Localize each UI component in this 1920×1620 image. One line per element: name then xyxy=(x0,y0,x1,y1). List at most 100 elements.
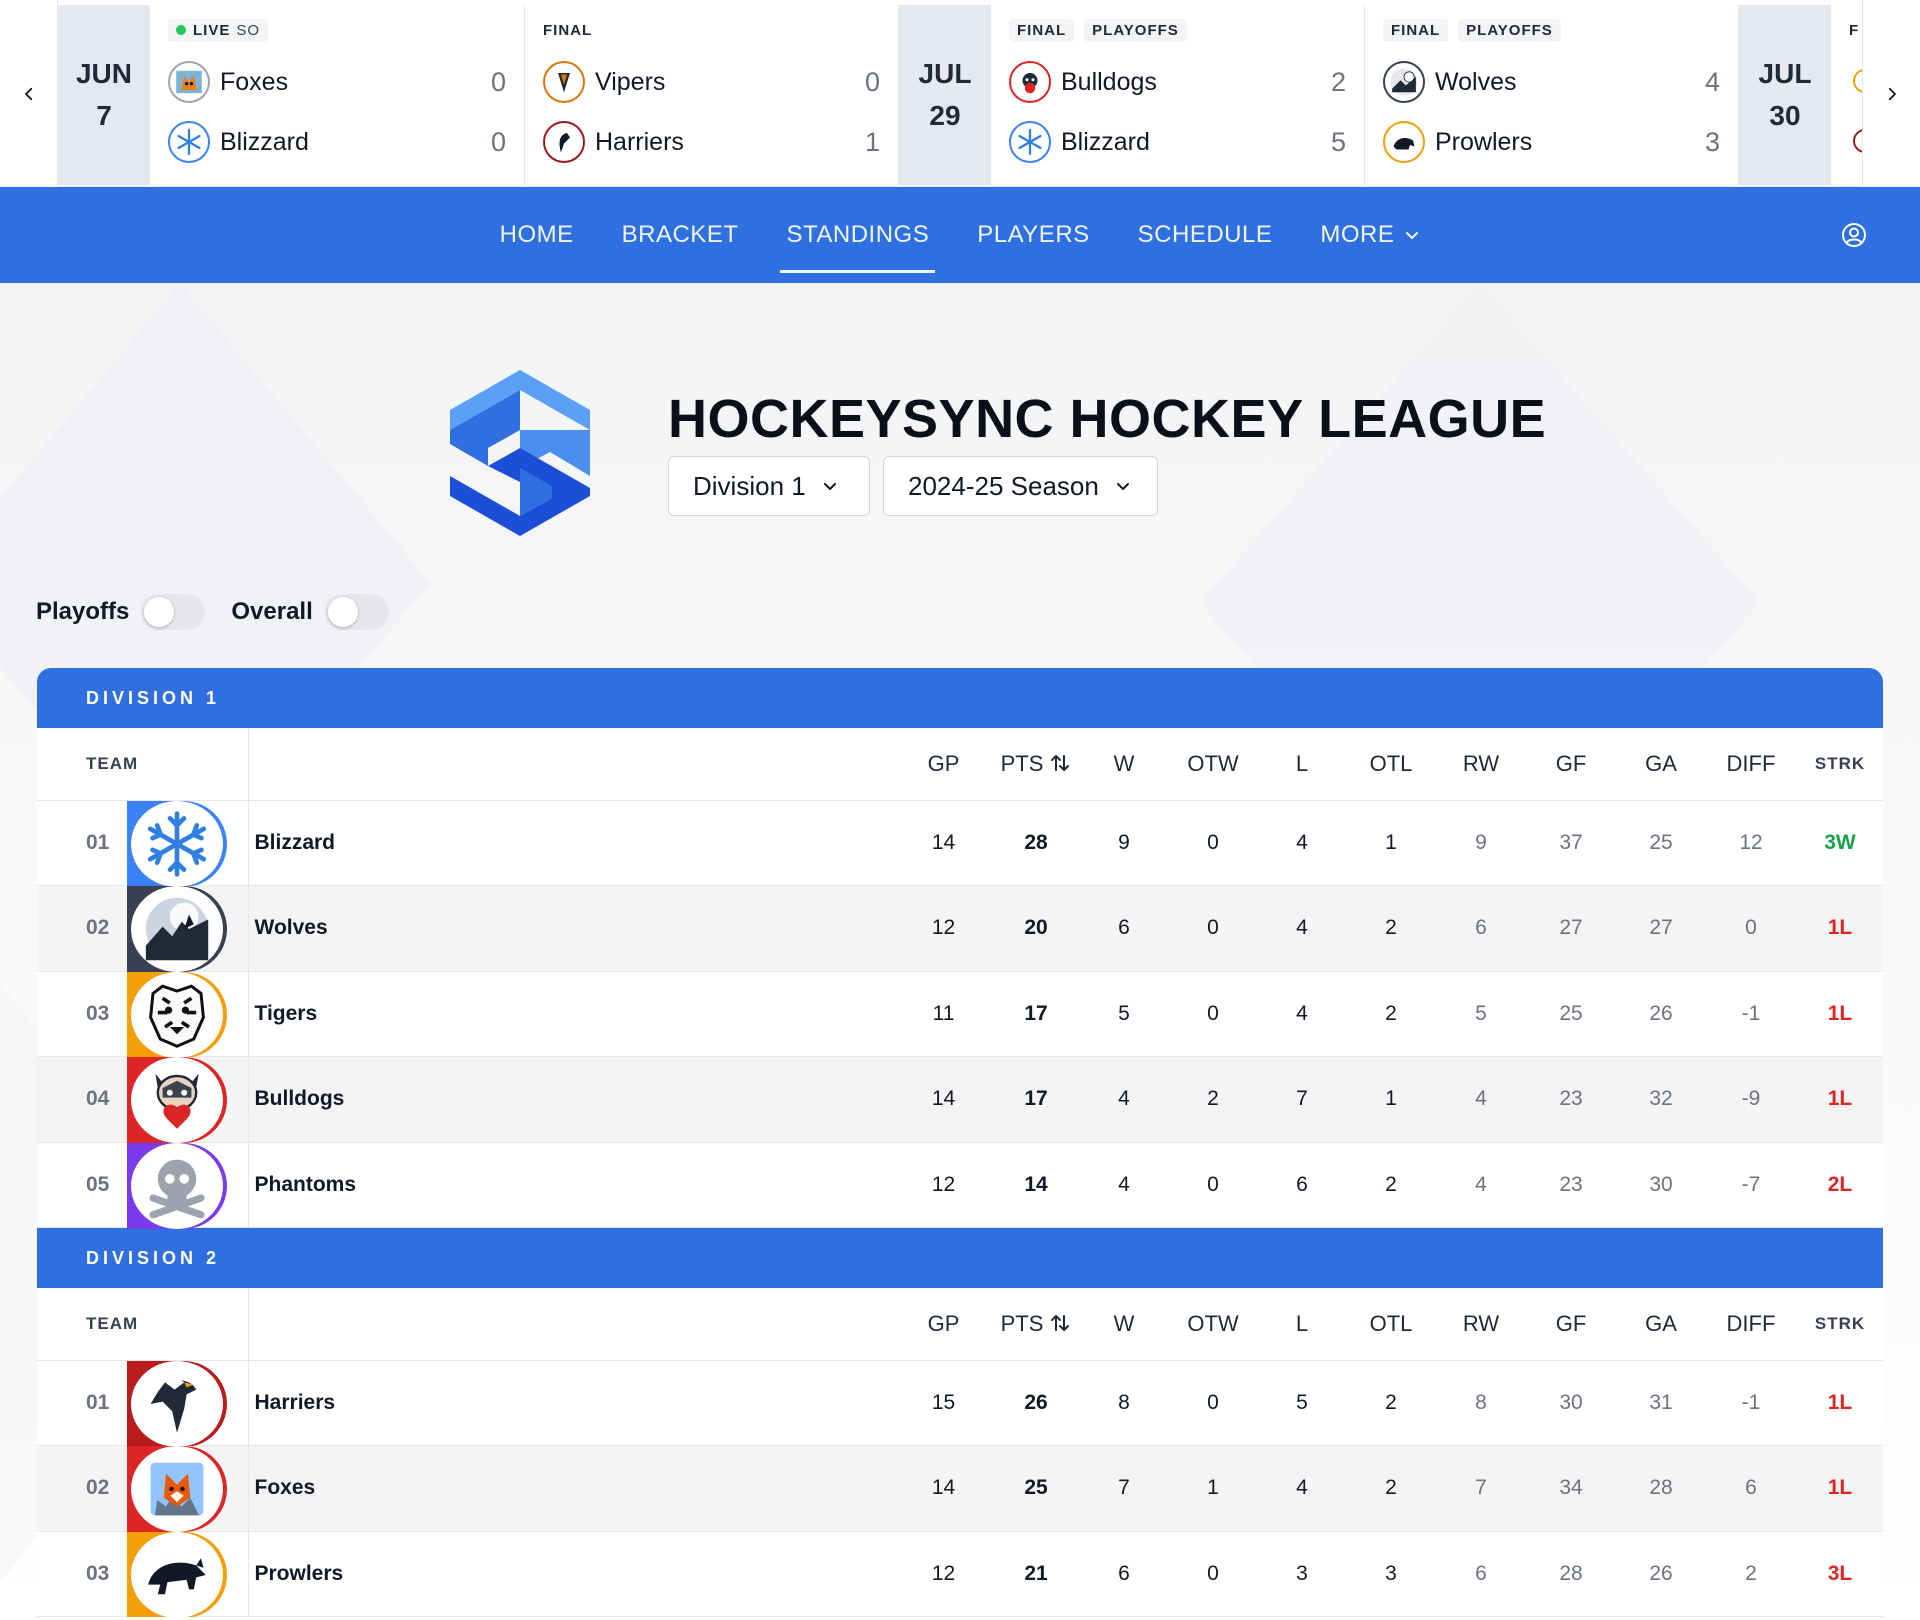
fox-icon xyxy=(168,61,210,103)
stat-rw: 6 xyxy=(1437,885,1525,972)
snowflake-icon xyxy=(131,800,223,887)
stat-l: 4 xyxy=(1259,800,1345,886)
column-header-label: L xyxy=(1295,750,1309,776)
team-name[interactable]: Phantoms xyxy=(248,1142,896,1228)
stat-otw: 0 xyxy=(1167,885,1259,972)
stat-otw: 0 xyxy=(1167,1360,1259,1446)
stat-gp: 14 xyxy=(896,1445,991,1532)
column-header-label: L xyxy=(1295,1310,1309,1336)
stat-rw: 9 xyxy=(1437,800,1525,886)
ticker-date: JUL 30 xyxy=(1739,5,1831,185)
stat-otl: 3 xyxy=(1345,1531,1437,1617)
team-rank: 05 xyxy=(86,1172,110,1196)
stat-gp: 14 xyxy=(896,1056,991,1143)
stat-rw: 4 xyxy=(1437,1056,1525,1143)
stat-rw: 4 xyxy=(1437,1142,1525,1228)
team-logo-badge xyxy=(127,971,227,1058)
harrier-icon xyxy=(543,121,585,163)
stat-ga: 31 xyxy=(1617,1360,1705,1446)
team-logo-badge xyxy=(127,1446,227,1532)
date-month: JUL xyxy=(918,58,972,89)
team-name[interactable]: Bulldogs xyxy=(248,1056,896,1143)
stat-strk: 1L xyxy=(1797,1360,1883,1446)
table-row[interactable]: 02 Foxes 14 25 7 1 4 2 7 34 28 6 1L xyxy=(37,1445,1883,1532)
stat-l: 5 xyxy=(1259,1360,1345,1446)
stat-pts: 21 xyxy=(991,1531,1081,1617)
stat-strk: 1L xyxy=(1797,1445,1883,1532)
team-rank-cell: 01 xyxy=(37,1360,249,1447)
column-header-label: W xyxy=(1113,750,1135,776)
stat-ga: 28 xyxy=(1617,1445,1705,1532)
team-score: 1 xyxy=(864,126,880,157)
team-name[interactable]: Foxes xyxy=(248,1445,896,1532)
column-header-strk: STRK xyxy=(1797,1288,1883,1361)
nav-bracket[interactable]: BRACKET xyxy=(598,187,763,283)
stat-otl: 1 xyxy=(1345,800,1437,886)
column-header-label: STRK xyxy=(1814,753,1866,773)
division-header: DIVISION 2 xyxy=(37,1228,1883,1288)
overall-toggle[interactable] xyxy=(324,594,389,630)
team-name[interactable]: Blizzard xyxy=(248,800,896,886)
game-card[interactable]: LIVE SO Foxes 0 Blizzard 0 xyxy=(150,5,525,185)
stat-otl: 2 xyxy=(1345,1360,1437,1446)
stat-otl: 2 xyxy=(1345,1142,1437,1228)
table-row[interactable]: 05 Phantoms 12 14 4 0 6 2 4 23 30 -7 2L xyxy=(37,1142,1883,1229)
team-name[interactable]: Wolves xyxy=(248,885,896,972)
game-card[interactable]: FINAL PLAYOFFS Bulldogs 2 Blizzard 5 xyxy=(991,5,1365,185)
team-name: Bulldogs xyxy=(1061,67,1157,96)
sort-icon xyxy=(1051,1314,1070,1331)
team-name[interactable]: Prowlers xyxy=(248,1531,896,1617)
season-select[interactable]: 2024-25 Season xyxy=(883,456,1158,516)
stat-w: 6 xyxy=(1081,1531,1167,1617)
nav-players[interactable]: PLAYERS xyxy=(953,187,1113,283)
table-row[interactable]: 03 Tigers 11 17 5 0 4 2 5 25 26 -1 1L xyxy=(37,971,1883,1058)
live-badge: LIVE SO xyxy=(168,19,269,42)
ticker-next-button[interactable] xyxy=(1862,0,1920,187)
game-card[interactable]: FINAL PLAYOFFS Wolves 4 Prowlers 3 xyxy=(1365,5,1739,185)
stat-pts: 14 xyxy=(991,1142,1081,1228)
column-header-pts[interactable]: PTS xyxy=(991,1288,1081,1361)
snowflake-icon xyxy=(168,121,210,163)
ticker-prev-button[interactable] xyxy=(0,0,58,187)
column-header-spacer xyxy=(248,1288,896,1361)
playoffs-toggle[interactable] xyxy=(141,594,206,630)
table-row[interactable]: 01 Blizzard 14 28 9 0 4 1 9 37 25 12 3W xyxy=(37,800,1883,887)
team-name[interactable]: Harriers xyxy=(248,1360,896,1446)
team-name: Vipers xyxy=(595,67,666,96)
stat-ga: 27 xyxy=(1617,885,1705,972)
nav-standings[interactable]: STANDINGS xyxy=(762,187,953,283)
ticker-date: JUL 29 xyxy=(899,5,991,185)
column-header-rw: RW xyxy=(1437,1288,1525,1361)
table-row[interactable]: 03 Prowlers 12 21 6 0 3 3 6 28 26 2 3L xyxy=(37,1531,1883,1617)
column-header-pts[interactable]: PTS xyxy=(991,728,1081,801)
table-row[interactable]: 01 Harriers 15 26 8 0 5 2 8 30 31 -1 1L xyxy=(37,1360,1883,1447)
user-account-icon[interactable] xyxy=(1840,221,1868,249)
bulldog-icon xyxy=(131,1057,223,1143)
team-name[interactable]: Tigers xyxy=(248,971,896,1057)
table-row[interactable]: 04 Bulldogs 14 17 4 2 7 1 4 23 32 -9 1L xyxy=(37,1056,1883,1143)
game-card[interactable]: F xyxy=(1831,5,1862,185)
nav-more[interactable]: MORE xyxy=(1296,187,1444,283)
stat-diff: 0 xyxy=(1705,885,1797,972)
stat-gp: 12 xyxy=(896,1142,991,1228)
stat-otl: 1 xyxy=(1345,1056,1437,1143)
team-rank-cell: 01 xyxy=(37,800,249,887)
stat-pts: 17 xyxy=(991,971,1081,1057)
nav-home[interactable]: HOME xyxy=(476,187,598,283)
panther-icon xyxy=(1383,121,1425,163)
game-card[interactable]: FINAL Vipers 0 Harriers 1 xyxy=(525,5,899,185)
stat-gf: 25 xyxy=(1525,971,1617,1057)
live-dot-icon xyxy=(176,25,186,35)
ticker-date: JUN 7 xyxy=(58,5,150,185)
stat-w: 6 xyxy=(1081,885,1167,972)
column-header-l: L xyxy=(1259,1288,1345,1361)
division-select[interactable]: Division 1 xyxy=(668,456,870,516)
stat-pts: 25 xyxy=(991,1445,1081,1532)
column-header-gp: GP xyxy=(896,728,991,801)
table-row[interactable]: 02 Wolves 12 20 6 0 4 2 6 27 27 0 1L xyxy=(37,885,1883,972)
stat-otw: 1 xyxy=(1167,1445,1259,1532)
nav-schedule[interactable]: SCHEDULE xyxy=(1114,187,1297,283)
stat-otw: 0 xyxy=(1167,800,1259,886)
stat-gf: 27 xyxy=(1525,885,1617,972)
stat-strk: 2L xyxy=(1797,1142,1883,1228)
